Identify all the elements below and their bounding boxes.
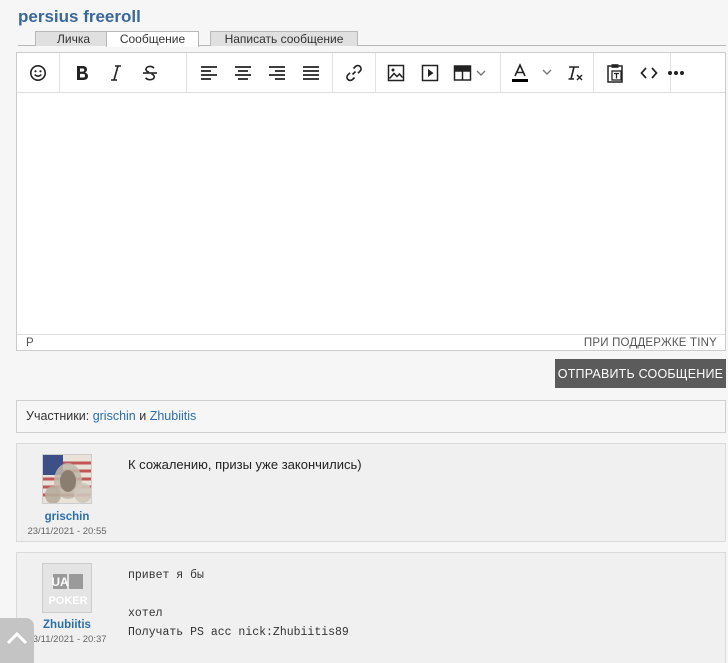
avatar[interactable]	[42, 454, 92, 504]
media-icon	[421, 64, 439, 82]
page: persius freeroll Личка Сообщение Написат…	[0, 0, 728, 663]
author-name[interactable]: grischin	[17, 511, 117, 523]
editor-content-area[interactable]	[17, 93, 725, 334]
more-button[interactable]	[662, 61, 690, 85]
participant-link-2[interactable]: Zhubiitis	[150, 409, 197, 423]
strikethrough-button[interactable]	[136, 61, 164, 85]
message-item: grischin 23/11/2021 - 20:55 К сожалению,…	[16, 443, 726, 542]
toolbar-group-insert	[376, 53, 501, 92]
align-center-button[interactable]	[229, 61, 257, 85]
tab-personal[interactable]: Личка	[35, 31, 112, 46]
page-title: persius freeroll	[18, 7, 141, 26]
avatar-text-bottom: POKER	[48, 595, 87, 607]
align-left-button[interactable]	[195, 61, 223, 85]
message-date: 23/11/2021 - 20:55	[27, 526, 107, 537]
editor-toolbar	[17, 53, 725, 93]
avatar-text-top: UA	[51, 575, 69, 589]
table-button[interactable]	[450, 61, 492, 85]
message-line: Получать PS acc nick:Zhubiitis89	[128, 626, 349, 639]
link-button[interactable]	[340, 61, 368, 85]
powered-by-link[interactable]: ПРИ ПОДДЕРЖКЕ TINY	[584, 335, 717, 352]
participants-label: Участники:	[26, 409, 90, 423]
chevron-up-icon	[6, 631, 28, 650]
align-justify-icon	[302, 65, 320, 81]
message-item: UA POKER Zhubiitis 23/11/2021 - 20:37 пр…	[16, 552, 726, 663]
participants-bar: Участники: grischin и Zhubiitis	[16, 400, 726, 433]
message-text: привет я бы хотел Получать PS acc nick:Z…	[128, 566, 349, 642]
italic-button[interactable]	[102, 61, 130, 85]
toolbar-group-misc	[594, 53, 671, 92]
scroll-to-top-button[interactable]	[0, 618, 34, 663]
participant-link-1[interactable]: grischin	[93, 409, 136, 423]
toolbar-group-color	[501, 53, 594, 92]
paste-text-icon	[606, 63, 624, 83]
table-icon	[453, 64, 489, 82]
clear-formatting-button[interactable]	[561, 61, 589, 85]
message-line	[128, 585, 349, 604]
message-text: К сожалению, призы уже закончились)	[128, 457, 362, 472]
avatar[interactable]: UA POKER	[42, 563, 92, 613]
emoji-button[interactable]	[24, 61, 52, 85]
send-message-button[interactable]: ОТПРАВИТЬ СООБЩЕНИЕ	[555, 359, 726, 388]
more-icon	[667, 70, 685, 76]
toolbar-group-align	[187, 53, 333, 92]
text-color-icon	[509, 63, 557, 83]
source-code-icon	[640, 65, 658, 81]
image-button[interactable]	[382, 61, 410, 85]
link-icon	[344, 63, 364, 83]
toolbar-group-link	[333, 53, 376, 92]
message-line: привет я бы	[128, 569, 204, 582]
text-color-button[interactable]	[507, 61, 559, 85]
align-right-icon	[268, 65, 286, 81]
paste-text-button[interactable]	[601, 61, 629, 85]
media-button[interactable]	[416, 61, 444, 85]
rich-text-editor: P ПРИ ПОДДЕРЖКЕ TINY	[16, 52, 726, 351]
bold-button[interactable]	[68, 61, 96, 85]
element-path[interactable]: P	[26, 335, 34, 352]
bold-icon	[74, 64, 90, 82]
strikethrough-icon	[141, 64, 159, 82]
align-justify-button[interactable]	[297, 61, 325, 85]
emoji-icon	[29, 64, 47, 82]
align-left-icon	[200, 65, 218, 81]
editor-statusbar: P ПРИ ПОДДЕРЖКЕ TINY	[17, 334, 725, 351]
source-code-button[interactable]	[635, 61, 663, 85]
toolbar-group-emoji	[17, 53, 60, 92]
tab-write-message[interactable]: Написать сообщение	[210, 31, 358, 46]
message-line: хотел	[128, 607, 163, 620]
participants-conjunction: и	[139, 409, 147, 423]
toolbar-group-format	[60, 53, 187, 92]
align-center-icon	[234, 65, 252, 81]
image-icon	[387, 64, 405, 82]
align-right-button[interactable]	[263, 61, 291, 85]
tab-bar: Личка Сообщение Написать сообщение	[18, 31, 726, 47]
italic-icon	[109, 64, 123, 82]
clear-formatting-icon	[566, 64, 584, 82]
tab-message[interactable]: Сообщение	[106, 31, 199, 47]
